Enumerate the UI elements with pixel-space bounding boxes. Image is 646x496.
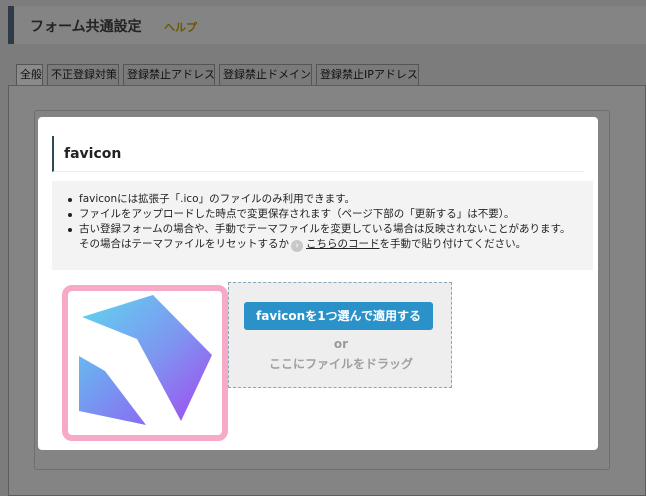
bullet-icon: [68, 198, 72, 202]
code-link[interactable]: こちらのコード: [306, 238, 380, 250]
select-favicon-button[interactable]: faviconを1つ選んで適用する: [244, 302, 433, 330]
note-text: faviconには拡張子「.ico」のファイルのみ利用できます。: [79, 193, 356, 205]
favicon-modal: favicon faviconには拡張子「.ico」のファイルのみ利用できます。…: [38, 117, 598, 450]
drag-hint: ここにファイルをドラッグ: [268, 357, 413, 371]
note-text: ファイルをアップロードした時点で変更保存されます（ページ下部の「更新する」は不要…: [79, 208, 515, 220]
note-text: その場合はテーマファイルをリセットするか: [79, 238, 289, 250]
tab-fraud-prevention[interactable]: 不正登録対策: [47, 64, 119, 86]
tab-blocked-addresses[interactable]: 登録禁止アドレス: [123, 64, 215, 86]
tab-blocked-ip-addresses[interactable]: 登録禁止IPアドレス: [316, 64, 419, 86]
note-text: 古い登録フォームの場合や、手動でテーマファイルを変更している場合は反映されないこ…: [79, 223, 571, 235]
note-item: ファイルをアップロードした時点で変更保存されます（ページ下部の「更新する」は不要…: [62, 207, 571, 222]
notes-list: faviconには拡張子「.ico」のファイルのみ利用できます。 ファイルをアッ…: [62, 192, 571, 252]
tab-blocked-domains[interactable]: 登録禁止ドメイン: [219, 64, 312, 86]
or-label: or: [333, 337, 349, 351]
note-item: 古い登録フォームの場合や、手動でテーマファイルを変更している場合は反映されないこ…: [62, 222, 571, 252]
modal-title-bar: favicon: [52, 136, 584, 172]
note-continuation: その場合はテーマファイルをリセットするか › こちらのコードを手動で貼り付けてくださ…: [79, 237, 571, 252]
notes-box: faviconには拡張子「.ico」のファイルのみ利用できます。 ファイルをアッ…: [52, 181, 593, 270]
page-title: フォーム共通設定: [30, 19, 142, 35]
help-link[interactable]: ヘルプ: [164, 19, 197, 35]
page-header: フォーム共通設定 ヘルプ: [8, 6, 646, 44]
favicon-preview: [62, 285, 228, 441]
note-text: を手動で貼り付けてください。: [379, 238, 527, 250]
chevron-right-icon: ›: [291, 240, 303, 252]
note-item: faviconには拡張子「.ico」のファイルのみ利用できます。: [62, 192, 571, 207]
tab-general[interactable]: 全般: [16, 64, 43, 86]
modal-title: favicon: [64, 146, 122, 162]
bullet-icon: [68, 228, 72, 232]
file-dropzone[interactable]: faviconを1つ選んで適用する or ここにファイルをドラッグ: [228, 282, 452, 388]
bullet-icon: [68, 213, 72, 217]
favicon-preview-image: [79, 295, 212, 425]
